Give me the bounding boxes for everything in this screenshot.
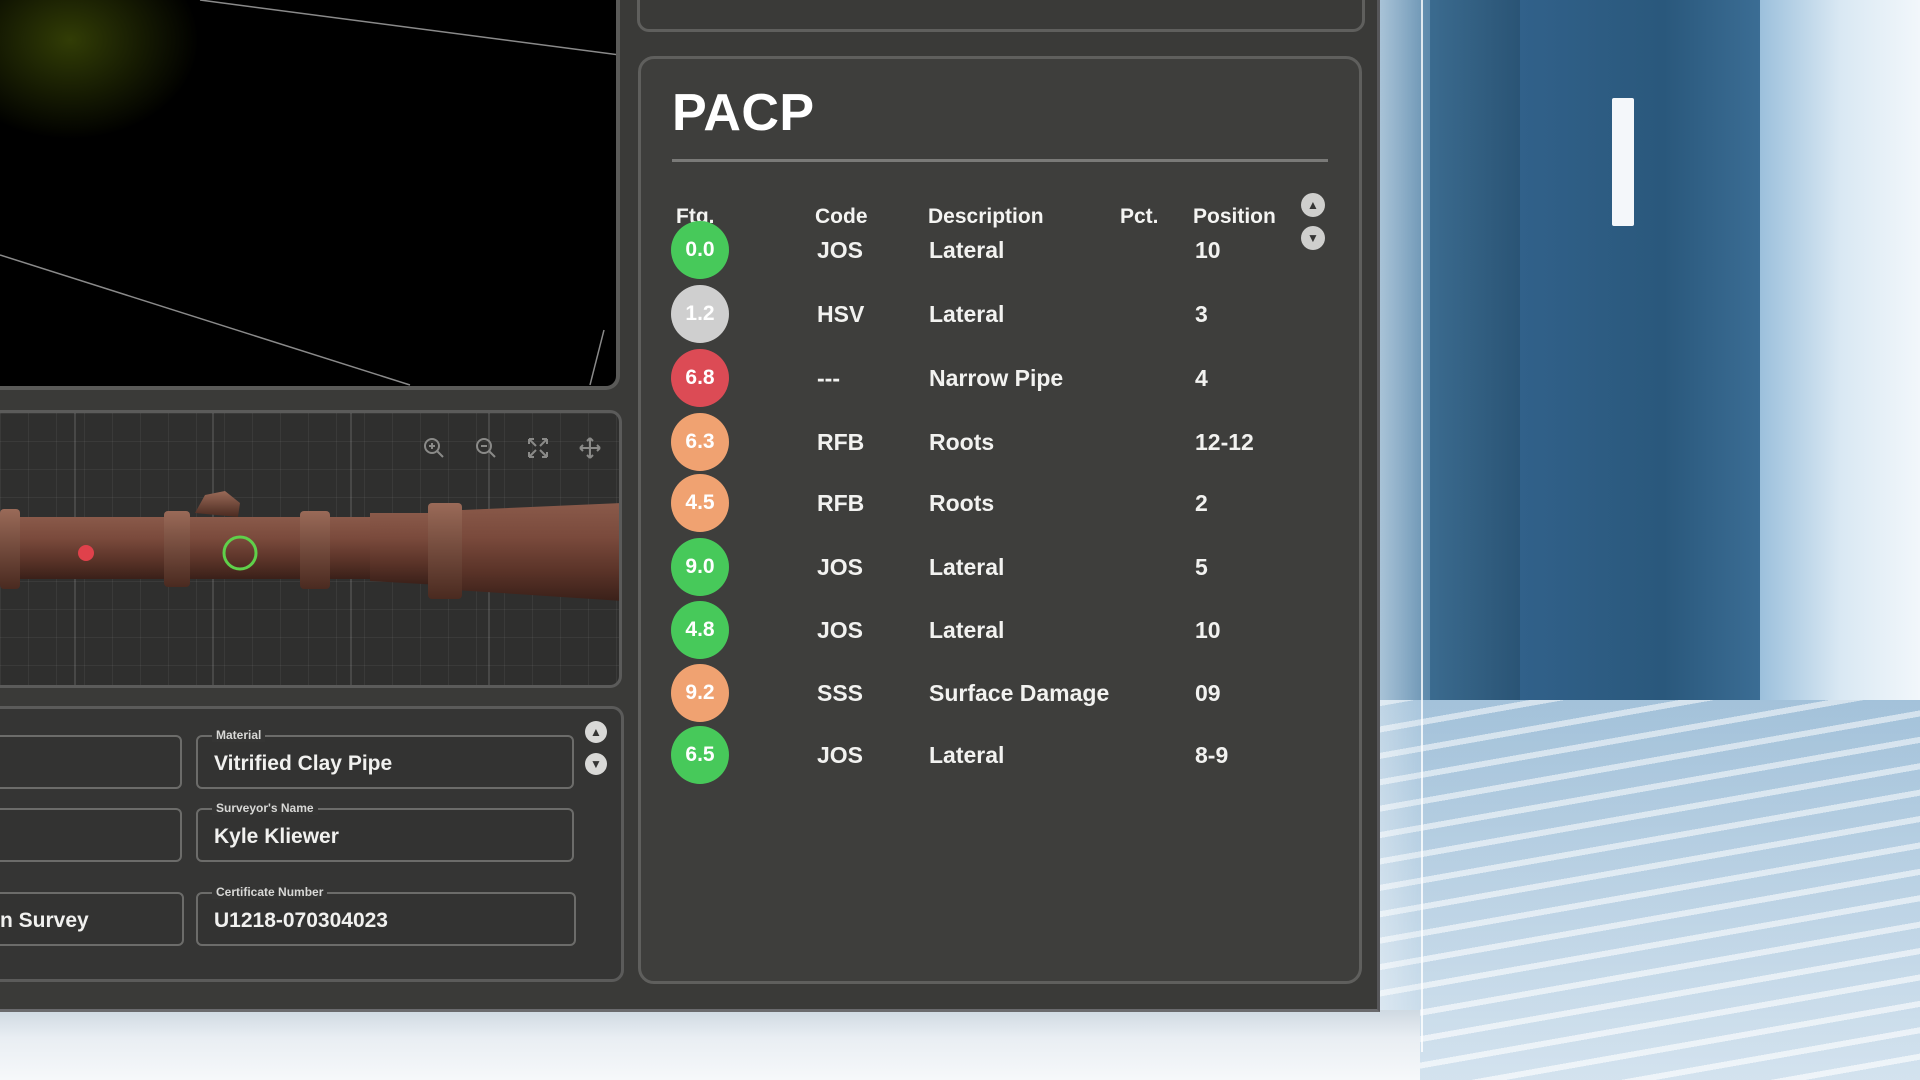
- table-row[interactable]: 1.2 HSV Lateral 3: [641, 285, 1365, 345]
- cell-code: JOS: [817, 554, 864, 580]
- pipe-model: [0, 491, 619, 601]
- table-row[interactable]: 6.3 RFB Roots 12-12: [641, 413, 1365, 473]
- footage-badge: 0.0: [671, 221, 729, 279]
- scroll-up-button[interactable]: ▲: [1301, 193, 1325, 217]
- footage-badge: 4.5: [671, 474, 729, 532]
- footage-badge: 9.2: [671, 664, 729, 722]
- title-divider: [672, 159, 1328, 162]
- cell-position: 10: [1195, 617, 1221, 643]
- footage-badge: 9.0: [671, 538, 729, 596]
- partial-field[interactable]: [0, 735, 182, 789]
- cell-position: 8-9: [1195, 742, 1229, 768]
- background-column: [1520, 0, 1760, 760]
- pacp-title: PACP: [672, 84, 815, 142]
- cell-position: 3: [1195, 301, 1208, 327]
- cell-code: JOS: [817, 617, 864, 643]
- cell-position: 4: [1195, 365, 1208, 391]
- table-row[interactable]: 9.2 SSS Surface Damage 09: [641, 664, 1365, 724]
- cell-position: 2: [1195, 490, 1208, 516]
- cell-description: Lateral: [929, 237, 1005, 263]
- cell-position: 09: [1195, 680, 1221, 706]
- material-label: Material: [212, 728, 266, 742]
- cell-description: Narrow Pipe: [929, 365, 1064, 391]
- device-screen: n Survey Material Vitrified Clay Pipe Su…: [0, 0, 1380, 1012]
- surveyor-name-field[interactable]: Surveyor's Name Kyle Kliewer: [196, 801, 574, 862]
- pan-move-icon[interactable]: [575, 433, 605, 463]
- material-field[interactable]: Material Vitrified Clay Pipe: [196, 728, 574, 789]
- cell-position: 12-12: [1195, 429, 1254, 455]
- footage-badge: 1.2: [671, 285, 729, 343]
- footage-badge: 6.3: [671, 413, 729, 471]
- cell-code: RFB: [817, 490, 865, 516]
- certificate-number-label: Certificate Number: [212, 885, 328, 899]
- footage-badge: 4.8: [671, 601, 729, 659]
- pipe-toolbar: [419, 433, 605, 463]
- material-value: Vitrified Clay Pipe: [214, 752, 393, 775]
- cell-description: Surface Damage: [929, 680, 1110, 706]
- footage-badge: 6.5: [671, 726, 729, 784]
- table-row[interactable]: 9.0 JOS Lateral 5: [641, 538, 1365, 598]
- cell-code: RFB: [817, 429, 865, 455]
- cell-description: Roots: [929, 429, 995, 455]
- cell-description: Lateral: [929, 301, 1005, 327]
- cell-code: HSV: [817, 301, 865, 327]
- certificate-number-value: U1218-070304023: [214, 909, 388, 932]
- table-row[interactable]: 6.5 JOS Lateral 8-9: [641, 726, 1365, 786]
- cell-position: 5: [1195, 554, 1208, 580]
- 3d-viewer[interactable]: [0, 0, 620, 390]
- background-column: [1430, 0, 1520, 760]
- cell-description: Lateral: [929, 554, 1005, 580]
- fit-to-screen-icon[interactable]: [523, 433, 553, 463]
- pipe-panel[interactable]: [0, 410, 622, 688]
- cell-description: Lateral: [929, 742, 1005, 768]
- table-row[interactable]: 4.8 JOS Lateral 10: [641, 601, 1365, 661]
- scroll-up-button[interactable]: ▲: [585, 721, 607, 743]
- bottom-glow: [0, 1010, 1420, 1080]
- cell-code: JOS: [817, 742, 864, 768]
- cell-code: ---: [817, 365, 840, 391]
- scroll-down-button[interactable]: ▼: [585, 753, 607, 775]
- viewer-wireframe: [0, 0, 616, 386]
- survey-type-value: n Survey: [0, 909, 89, 932]
- table-row[interactable]: 4.5 RFB Roots 2: [641, 474, 1365, 534]
- cell-description: Lateral: [929, 617, 1005, 643]
- footage-badge: 6.8: [671, 349, 729, 407]
- zoom-out-icon[interactable]: [471, 433, 501, 463]
- cell-description: Roots: [929, 490, 995, 516]
- background-floor: [1380, 700, 1920, 1080]
- defect-marker: [78, 545, 94, 561]
- info-panel: n Survey Material Vitrified Clay Pipe Su…: [0, 706, 624, 982]
- certificate-number-field[interactable]: Certificate Number U1218-070304023: [196, 885, 576, 946]
- top-panel-edge: [637, 0, 1365, 32]
- partial-field[interactable]: [0, 808, 182, 862]
- cell-code: JOS: [817, 237, 864, 263]
- cell-code: SSS: [817, 680, 864, 706]
- background-light-slit: [1612, 98, 1634, 226]
- table-row[interactable]: 6.8 --- Narrow Pipe 4: [641, 349, 1365, 409]
- surveyor-name-value: Kyle Kliewer: [214, 825, 339, 848]
- glass-frame: [1375, 0, 1423, 1052]
- cell-position: 10: [1195, 237, 1221, 263]
- pacp-panel: PACP Ftg. Code Description Pct. Position…: [638, 56, 1362, 984]
- table-row[interactable]: 0.0 JOS Lateral 10: [641, 221, 1365, 281]
- surveyor-name-label: Surveyor's Name: [212, 801, 318, 815]
- survey-type-field[interactable]: n Survey: [0, 892, 184, 946]
- zoom-in-icon[interactable]: [419, 433, 449, 463]
- info-scroll-controls: ▲ ▼: [585, 721, 607, 775]
